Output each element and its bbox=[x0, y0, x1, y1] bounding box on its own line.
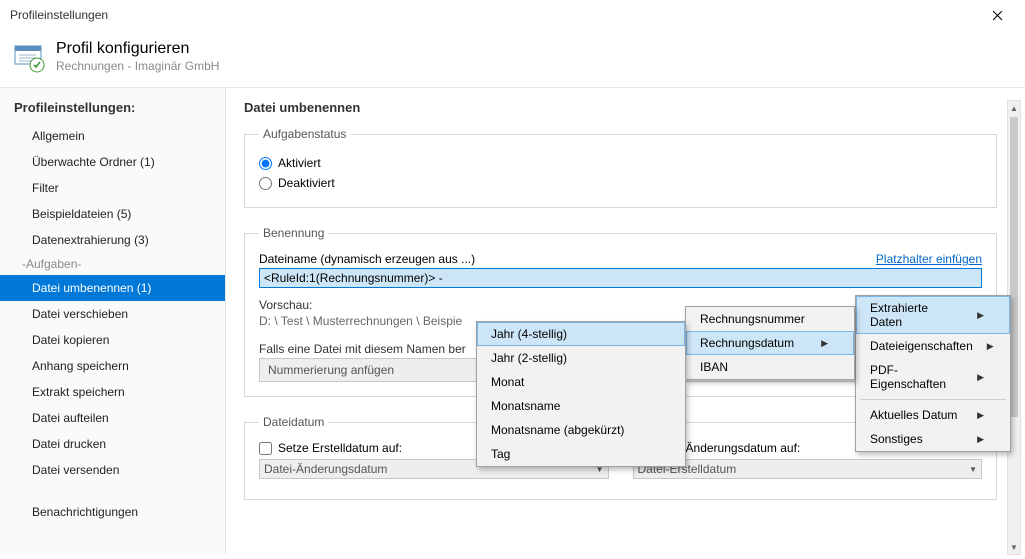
radio-deaktiviert-input[interactable] bbox=[259, 177, 272, 190]
scroll-down-icon[interactable]: ▼ bbox=[1008, 540, 1020, 554]
menu-label: Monatsname (abgekürzt) bbox=[491, 423, 624, 437]
chevron-right-icon: ▶ bbox=[977, 372, 984, 383]
menu-label: PDF-Eigenschaften bbox=[870, 363, 963, 391]
menu-extracted-data: Rechnungsnummer Rechnungsdatum ▶ IBAN bbox=[685, 306, 855, 380]
radio-aktiviert[interactable]: Aktiviert bbox=[259, 153, 982, 173]
menu-item-dateieigenschaften[interactable]: Dateieigenschaften ▶ bbox=[856, 334, 1010, 358]
filedate-legend: Dateidatum bbox=[259, 415, 328, 429]
chevron-right-icon: ▶ bbox=[821, 338, 828, 349]
sidebar-item-drucken[interactable]: Datei drucken bbox=[0, 431, 225, 457]
sidebar: Profileinstellungen: Allgemein Überwacht… bbox=[0, 88, 226, 554]
menu-item-pdf-eigenschaften[interactable]: PDF-Eigenschaften ▶ bbox=[856, 358, 1010, 396]
sidebar-item-beispieldateien[interactable]: Beispieldateien (5) bbox=[0, 201, 225, 227]
menu-item-aktuelles-datum[interactable]: Aktuelles Datum ▶ bbox=[856, 403, 1010, 427]
sidebar-heading: Profileinstellungen: bbox=[0, 96, 225, 123]
menu-item-rechnungsdatum[interactable]: Rechnungsdatum ▶ bbox=[686, 331, 854, 355]
window-title: Profileinstellungen bbox=[10, 8, 108, 22]
menu-separator bbox=[860, 399, 1006, 400]
radio-deaktiviert[interactable]: Deaktiviert bbox=[259, 173, 982, 193]
radio-aktiviert-label: Aktiviert bbox=[278, 156, 321, 170]
menu-item-monatsname-abk[interactable]: Monatsname (abgekürzt) bbox=[477, 418, 685, 442]
chevron-right-icon: ▶ bbox=[987, 341, 994, 352]
sidebar-item-allgemein[interactable]: Allgemein bbox=[0, 123, 225, 149]
menu-label: Rechnungsnummer bbox=[700, 312, 805, 326]
sidebar-item-verschieben[interactable]: Datei verschieben bbox=[0, 301, 225, 327]
content-heading: Datei umbenennen bbox=[244, 96, 1021, 127]
chevron-right-icon: ▶ bbox=[977, 434, 984, 445]
menu-label: IBAN bbox=[700, 360, 728, 374]
sidebar-item-ordner[interactable]: Überwachte Ordner (1) bbox=[0, 149, 225, 175]
menu-item-jahr-2[interactable]: Jahr (2-stellig) bbox=[477, 346, 685, 370]
menu-label: Dateieigenschaften bbox=[870, 339, 973, 353]
close-icon bbox=[992, 10, 1003, 21]
filename-label: Dateiname (dynamisch erzeugen aus ...) bbox=[259, 252, 475, 266]
menu-item-iban[interactable]: IBAN bbox=[686, 355, 854, 379]
menu-label: Sonstiges bbox=[870, 432, 923, 446]
menu-label: Tag bbox=[491, 447, 510, 461]
chevron-down-icon: ▼ bbox=[969, 465, 977, 474]
menu-item-monat[interactable]: Monat bbox=[477, 370, 685, 394]
sidebar-group-aufgaben: -Aufgaben- bbox=[0, 253, 225, 275]
sidebar-item-anhang[interactable]: Anhang speichern bbox=[0, 353, 225, 379]
scroll-up-icon[interactable]: ▲ bbox=[1008, 101, 1020, 115]
page-subtitle: Rechnungen - Imaginär GmbH bbox=[56, 59, 219, 73]
menu-label: Monat bbox=[491, 375, 524, 389]
sidebar-item-versenden[interactable]: Datei versenden bbox=[0, 457, 225, 483]
chevron-right-icon: ▶ bbox=[977, 410, 984, 421]
sidebar-item-filter[interactable]: Filter bbox=[0, 175, 225, 201]
menu-label: Rechnungsdatum bbox=[700, 336, 794, 350]
menu-placeholder-categories: Extrahierte Daten ▶ Dateieigenschaften ▶ P… bbox=[855, 295, 1011, 452]
menu-item-extrahierte-daten[interactable]: Extrahierte Daten ▶ bbox=[856, 296, 1010, 334]
naming-legend: Benennung bbox=[259, 226, 328, 240]
menu-item-monatsname[interactable]: Monatsname bbox=[477, 394, 685, 418]
sidebar-item-kopieren[interactable]: Datei kopieren bbox=[0, 327, 225, 353]
close-button[interactable] bbox=[977, 1, 1017, 29]
sidebar-item-datenextrahierung[interactable]: Datenextrahierung (3) bbox=[0, 227, 225, 253]
menu-label: Jahr (2-stellig) bbox=[491, 351, 567, 365]
menu-label: Monatsname bbox=[491, 399, 560, 413]
check-created-label: Setze Erstelldatum auf: bbox=[278, 441, 402, 455]
menu-item-tag[interactable]: Tag bbox=[477, 442, 685, 466]
scroll-thumb[interactable] bbox=[1010, 117, 1018, 417]
menu-label: Extrahierte Daten bbox=[870, 301, 963, 329]
chevron-right-icon: ▶ bbox=[977, 310, 984, 321]
menu-item-sonstiges[interactable]: Sonstiges ▶ bbox=[856, 427, 1010, 451]
radio-aktiviert-input[interactable] bbox=[259, 157, 272, 170]
check-created-input[interactable] bbox=[259, 442, 272, 455]
status-legend: Aufgabenstatus bbox=[259, 127, 350, 141]
status-fieldset: Aufgabenstatus Aktiviert Deaktiviert bbox=[244, 127, 997, 208]
menu-datum-format: Jahr (4-stellig) Jahr (2-stellig) Monat … bbox=[476, 321, 686, 467]
created-select-value: Datei-Änderungsdatum bbox=[264, 462, 387, 476]
filename-input[interactable] bbox=[259, 268, 982, 288]
menu-label: Jahr (4-stellig) bbox=[491, 327, 567, 341]
sidebar-item-extrakt[interactable]: Extrakt speichern bbox=[0, 379, 225, 405]
page-title: Profil konfigurieren bbox=[56, 40, 219, 58]
menu-item-rechnungsnummer[interactable]: Rechnungsnummer bbox=[686, 307, 854, 331]
radio-deaktiviert-label: Deaktiviert bbox=[278, 176, 335, 190]
sidebar-item-benachrichtigungen[interactable]: Benachrichtigungen bbox=[0, 499, 225, 525]
menu-item-jahr-4[interactable]: Jahr (4-stellig) bbox=[477, 322, 685, 346]
sidebar-item-umbenennen[interactable]: Datei umbenennen (1) bbox=[0, 275, 225, 301]
profile-icon bbox=[14, 41, 46, 73]
menu-label: Aktuelles Datum bbox=[870, 408, 957, 422]
placeholder-link[interactable]: Platzhalter einfügen bbox=[876, 252, 982, 266]
sidebar-item-aufteilen[interactable]: Datei aufteilen bbox=[0, 405, 225, 431]
